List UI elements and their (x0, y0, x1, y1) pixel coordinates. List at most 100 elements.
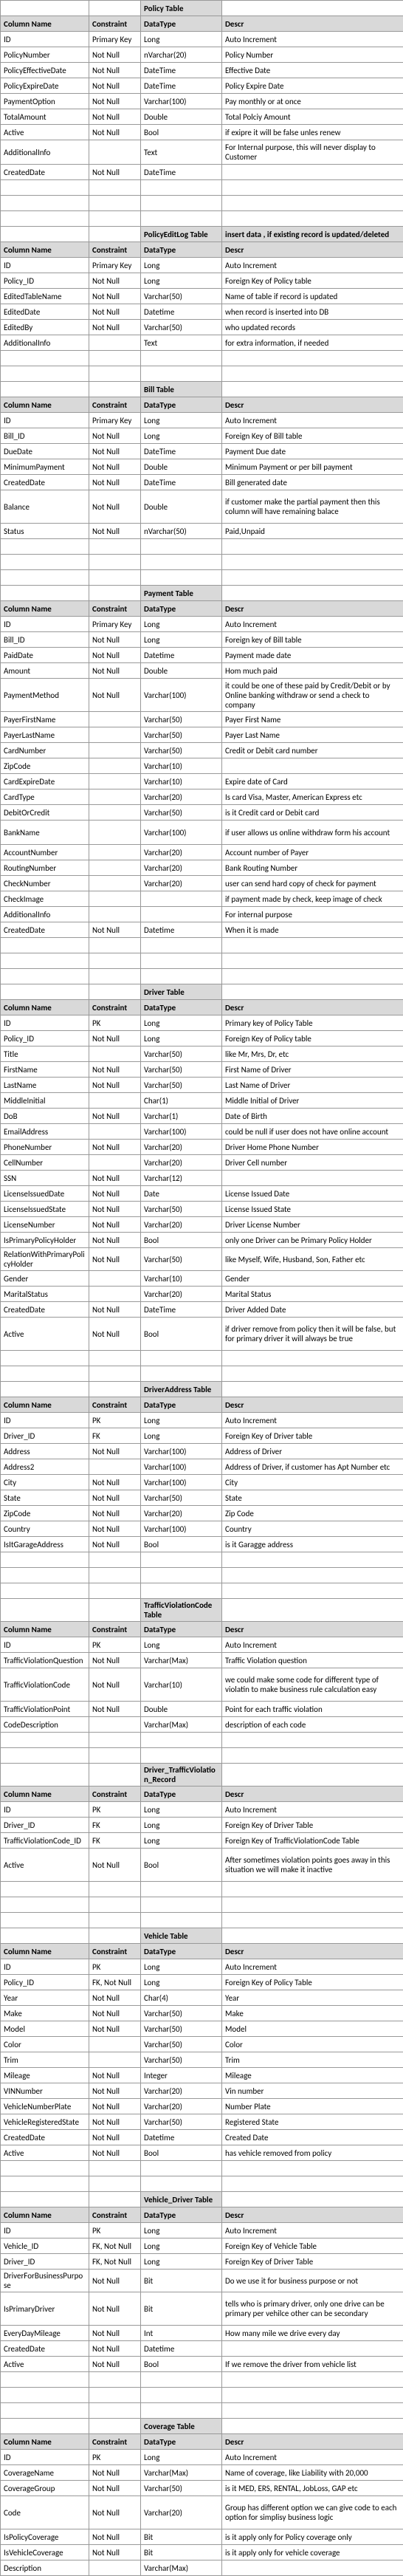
cell: Amount (1, 663, 89, 679)
cell: Driver Added Date (222, 1302, 403, 1318)
cell: is it MED, ERS, RENTAL, JobLoss, GAP etc (222, 2481, 403, 2496)
cell: Group has different option we can give c… (222, 2496, 403, 2529)
cell: Varchar(100) (141, 94, 222, 109)
cell: Trim (222, 2052, 403, 2068)
cell: TrafficViolationCode (1, 1668, 89, 1702)
cell: is it apply only for Policy coverage onl… (222, 2529, 403, 2545)
cell: Status (1, 524, 89, 539)
cell: is it Garagge address (222, 1537, 403, 1552)
cell: First Name of Driver (222, 1062, 403, 1078)
cell: Varchar(100) (141, 821, 222, 845)
cell: Varchar(Max) (141, 1717, 222, 1733)
cell: Year (1, 1990, 89, 2006)
cell: Traffic Violation question (222, 1653, 403, 1668)
cell: Color (222, 2037, 403, 2052)
cell: PK (89, 2450, 141, 2465)
cell: Foreign Key of Policy table (222, 1031, 403, 1046)
cell: AdditionalInfo (1, 140, 89, 165)
cell: PayerFirstName (1, 712, 89, 727)
cell: Long (141, 428, 222, 444)
cell: Varchar(20) (141, 2083, 222, 2099)
cell: Not Null (89, 2529, 141, 2545)
cell: Not Null (89, 94, 141, 109)
cell: AccountNumber (1, 845, 89, 860)
cell: Not Null (89, 2130, 141, 2145)
cell: DateTime (141, 444, 222, 459)
cell: Country (222, 1521, 403, 1537)
cell: Not Null (89, 632, 141, 648)
cell: Varchar(Max) (141, 1653, 222, 1668)
cell: CheckNumber (1, 876, 89, 891)
cell: Not Null (89, 1444, 141, 1459)
cell: Not Null (89, 428, 141, 444)
cell: FirstName (1, 1062, 89, 1078)
cell: RelationWithPrimaryPolicyHolder (1, 1248, 89, 1271)
cell: BankName (1, 821, 89, 845)
cell: Bool (141, 1849, 222, 1882)
cell: How many mile we drive every day (222, 2326, 403, 2341)
cell: Not Null (89, 1140, 141, 1155)
cell: Driver Cell number (222, 1155, 403, 1171)
cell: Auto Increment (222, 2223, 403, 2238)
driveraddress-title: DriverAddress Table (141, 1382, 222, 1397)
cell: PK (89, 1413, 141, 1428)
cell: Pay monthly or at once (222, 94, 403, 109)
cell: Varchar(20) (141, 1155, 222, 1171)
cell: Policy_ID (1, 273, 89, 289)
cell: Not Null (89, 1521, 141, 1537)
cell: Hom much paid (222, 663, 403, 679)
cell: TotalAmount (1, 109, 89, 125)
cell: Long (141, 2450, 222, 2465)
cell: Balance (1, 490, 89, 524)
cell: Long (141, 617, 222, 632)
cell: Bool (141, 2145, 222, 2161)
cell: Not Null (89, 2465, 141, 2481)
cell: Not Null (89, 2006, 141, 2021)
cell: Bit (141, 2292, 222, 2326)
cell: Primary Key (89, 413, 141, 428)
cell: Point for each traffic violation (222, 1702, 403, 1717)
cell: Policy_ID (1, 1031, 89, 1046)
cell: IsPrimaryPolicyHolder (1, 1233, 89, 1248)
cell: LastName (1, 1078, 89, 1093)
cell: CreatedDate (1, 2341, 89, 2357)
cell: DateTime (141, 165, 222, 180)
cell: VehicleNumberPlate (1, 2099, 89, 2114)
cell: Long (141, 1637, 222, 1653)
cell: Varchar(20) (141, 860, 222, 876)
cell: Not Null (89, 1078, 141, 1093)
cell: ID (1, 1413, 89, 1428)
cell: Varchar(20) (141, 845, 222, 860)
cell: MinimumPayment (1, 459, 89, 475)
col-descr: Descr (222, 16, 403, 32)
cell: Number Plate (222, 2099, 403, 2114)
cell: Not Null (89, 1506, 141, 1521)
cell: Middle Initial of Driver (222, 1093, 403, 1109)
cell: Long (141, 1975, 222, 1990)
cell: License Issued Date (222, 1186, 403, 1202)
cell: CheckImage (1, 891, 89, 907)
cell: IsVehicleCoverage (1, 2545, 89, 2560)
cell: Mileage (222, 2068, 403, 2083)
cell: Long (141, 2254, 222, 2270)
driver-title: Driver Table (141, 984, 222, 1000)
cell: Long (141, 258, 222, 273)
cell: Auto Increment (222, 1637, 403, 1653)
cell: DebitOrCredit (1, 805, 89, 821)
cell: When it is made (222, 922, 403, 938)
cell: Not Null (89, 490, 141, 524)
cell: CardExpireDate (1, 774, 89, 789)
cell: if customer make the partial payment the… (222, 490, 403, 524)
cell: Varchar(50) (141, 727, 222, 743)
cell: Make (222, 2006, 403, 2021)
cell: Bank Routing Number (222, 860, 403, 876)
schema-table: Policy Table Column NameConstraintDataTy… (0, 0, 403, 2576)
cell: CodeDescription (1, 1717, 89, 1733)
cell: Bill_ID (1, 428, 89, 444)
cell: Double (141, 1702, 222, 1717)
cell: Minimum Payment or per bill payment (222, 459, 403, 475)
cell: Not Null (89, 1202, 141, 1217)
cell: Primary Key (89, 258, 141, 273)
cell: Bool (141, 2357, 222, 2372)
cell: Foreign Key of Driver Table (222, 1818, 403, 1833)
